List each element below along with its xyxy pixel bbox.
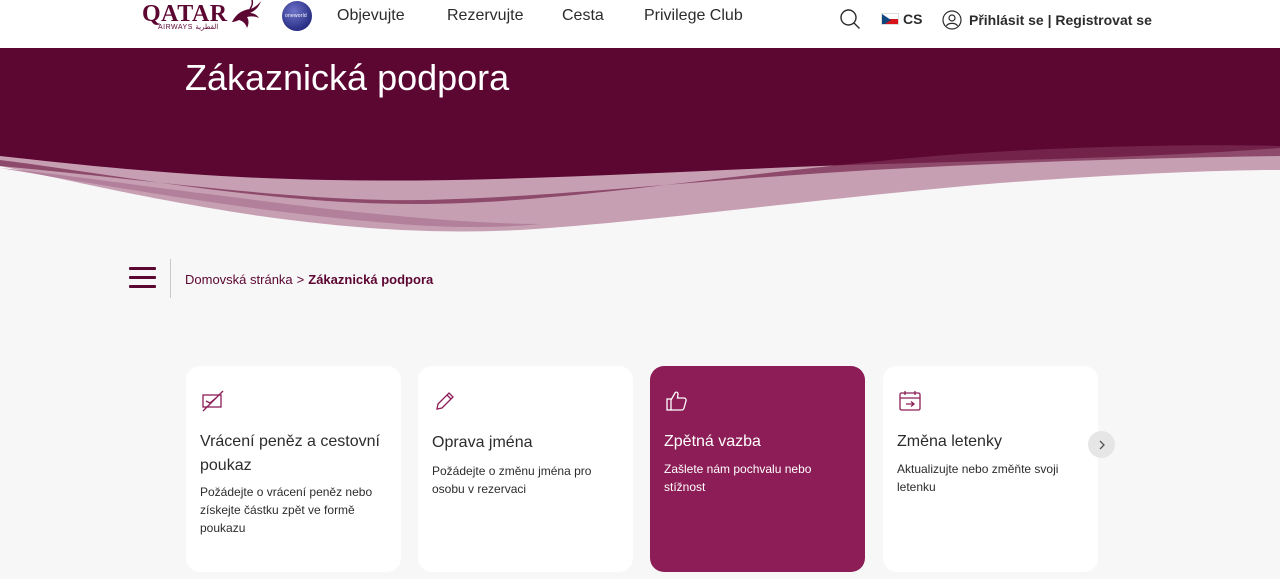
czech-flag-icon [881, 13, 899, 25]
language-code: CS [903, 11, 923, 27]
breadcrumb-separator: > [296, 272, 305, 287]
card-title: Vrácení peněz a cestovní poukaz [200, 433, 380, 474]
card-title: Zpětná vazba [664, 433, 761, 450]
oneworld-label: oneworld [285, 13, 307, 19]
card-ticket-change[interactable]: Změna letenky Aktualizujte nebo změňte s… [883, 366, 1098, 572]
breadcrumb-current: Zákaznická podpora [308, 272, 434, 287]
card-title: Oprava jména [432, 434, 533, 451]
pencil-icon [436, 392, 454, 410]
chevron-right-icon [1099, 440, 1105, 449]
breadcrumb-divider [170, 259, 171, 298]
nav-item-cesta[interactable]: Cesta [562, 6, 604, 26]
card-feedback[interactable]: Zpětná vazba Zašlete nám pochvalu nebo s… [650, 366, 865, 572]
language-selector[interactable]: CS [881, 11, 922, 27]
thumbs-up-icon [666, 391, 687, 411]
card-description: Požádejte o vrácení peněz nebo získejte … [200, 485, 373, 535]
hamburger-menu-icon[interactable] [129, 267, 157, 291]
logo-subtitle: AIRWAYS القطرية [158, 24, 219, 31]
hero-banner: Zákaznická podpora [0, 48, 1280, 238]
nav-item-rezervujte[interactable]: Rezervujte [447, 6, 523, 26]
card-description: Zašlete nám pochvalu nebo stížnost [664, 462, 812, 494]
card-title: Změna letenky [897, 433, 1002, 450]
nav-item-privilege-club[interactable]: Privilege Club [644, 6, 743, 26]
oryx-icon [232, 0, 261, 28]
nav-item-objevujte[interactable]: Objevujte [337, 6, 405, 26]
breadcrumb: Domovská stránka > Zákaznická podpora [185, 272, 433, 287]
qatar-airways-logo[interactable]: QATAR AIRWAYS القطرية [142, 0, 261, 36]
carousel-next-button[interactable] [1088, 431, 1115, 458]
breadcrumb-home-link[interactable]: Domovská stránka [185, 272, 293, 287]
card-description: Aktualizujte nebo změňte svoji letenku [897, 462, 1059, 494]
login-register-link[interactable]: Přihlásit se | Registrovat se [969, 12, 1152, 28]
oneworld-alliance-icon[interactable]: oneworld [282, 1, 312, 31]
search-icon[interactable] [839, 8, 861, 30]
site-header: QATAR AIRWAYS القطرية oneworld Objevujte… [0, 0, 1280, 48]
calendar-arrow-icon [899, 391, 921, 411]
refund-icon [202, 390, 224, 412]
card-description: Požádejte o změnu jména pro osobu v reze… [432, 464, 592, 496]
page-title: Zákaznická podpora [185, 57, 510, 98]
card-refund-voucher[interactable]: Vrácení peněz a cestovní poukaz Požádejt… [186, 366, 401, 572]
card-name-correction[interactable]: Oprava jména Požádejte o změnu jména pro… [418, 366, 633, 572]
user-icon[interactable] [942, 10, 962, 30]
